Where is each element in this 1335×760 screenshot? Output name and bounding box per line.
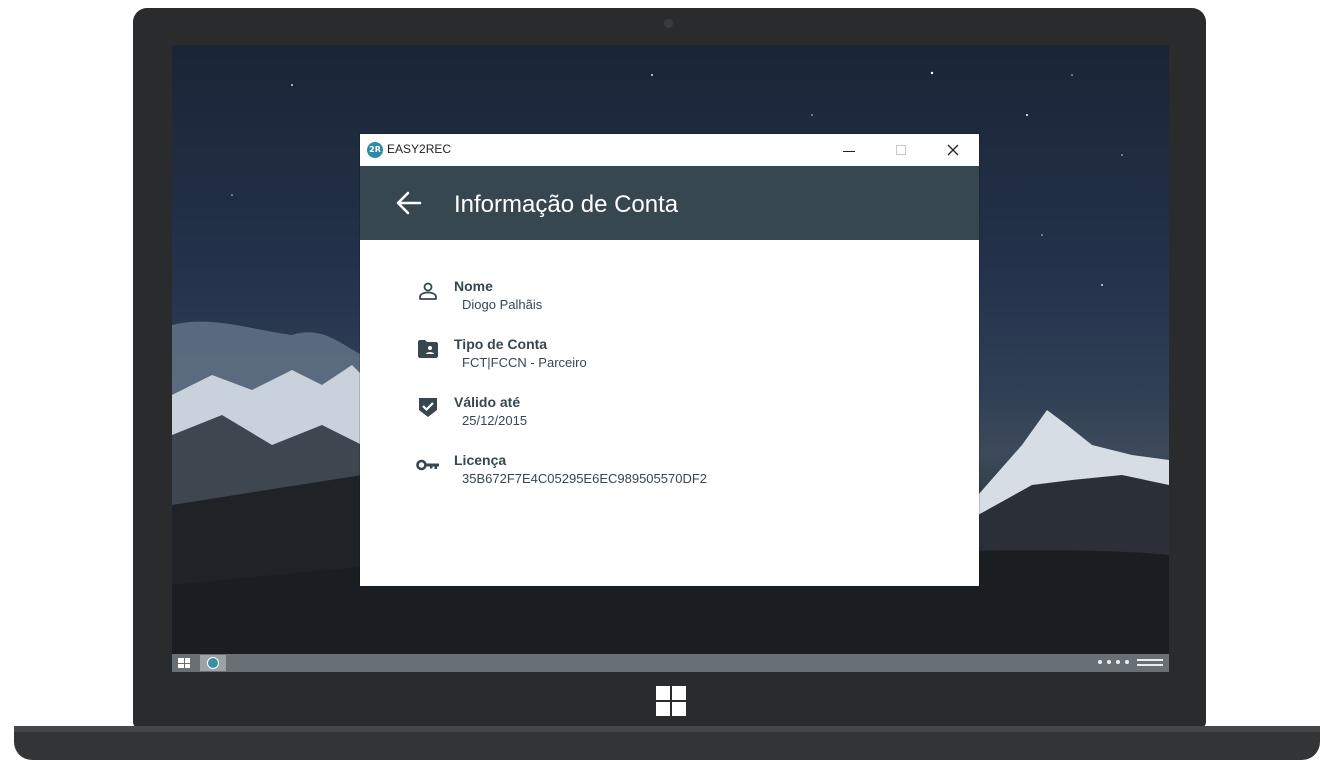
app-header: Informação de Conta <box>360 166 979 240</box>
app-window: 2R EASY2REC Informação de Conta Nome Dio… <box>360 134 979 586</box>
title-bar[interactable]: 2R EASY2REC <box>360 134 979 166</box>
tray-icon[interactable] <box>1098 660 1102 664</box>
windows-logo-icon <box>656 686 686 716</box>
info-value: 25/12/2015 <box>462 413 528 428</box>
info-label: Válido até <box>454 394 521 410</box>
account-info-valid-until: Válido até 25/12/2015 <box>416 394 916 444</box>
window-title: EASY2REC <box>387 142 452 156</box>
info-value: 35B672F7E4C05295E6EC989505570DF2 <box>462 471 708 486</box>
account-info-type: Tipo de Conta FCT|FCCN - Parceiro <box>416 336 916 386</box>
verified-shield-icon <box>416 395 440 419</box>
account-info-license: Licença 35B672F7E4C05295E6EC989505570DF2 <box>416 452 916 502</box>
info-label: Nome <box>454 278 493 294</box>
taskbar <box>172 654 1169 672</box>
arrow-back-icon <box>396 191 422 215</box>
taskbar-clock[interactable] <box>1137 656 1163 668</box>
maximize-button[interactable] <box>875 134 927 166</box>
account-card-folder-icon <box>416 337 440 361</box>
app-logo-icon: 2R <box>367 142 383 158</box>
easy2rec-logo-icon <box>207 657 219 669</box>
start-button[interactable] <box>178 658 190 668</box>
close-button[interactable] <box>927 134 979 166</box>
person-icon <box>416 279 440 303</box>
webcam <box>664 19 673 28</box>
info-value: FCT|FCCN - Parceiro <box>462 355 587 370</box>
page-title: Informação de Conta <box>454 191 679 218</box>
maximize-icon <box>896 145 906 155</box>
info-value: Diogo Palhãis <box>462 297 543 312</box>
key-icon <box>416 453 440 477</box>
tray-icon[interactable] <box>1107 660 1111 664</box>
tray-icon[interactable] <box>1116 660 1120 664</box>
system-tray[interactable] <box>1098 660 1129 664</box>
tray-icon[interactable] <box>1125 660 1129 664</box>
laptop-hinge <box>14 726 1320 732</box>
window-controls <box>823 134 979 166</box>
account-info-name: Nome Diogo Palhãis <box>416 278 916 328</box>
back-button[interactable] <box>394 188 424 218</box>
minimize-icon <box>843 150 855 152</box>
info-label: Tipo de Conta <box>454 336 548 352</box>
close-icon <box>947 144 959 156</box>
minimize-button[interactable] <box>823 134 875 166</box>
taskbar-app-easy2rec[interactable] <box>200 655 226 671</box>
info-label: Licença <box>454 452 507 468</box>
